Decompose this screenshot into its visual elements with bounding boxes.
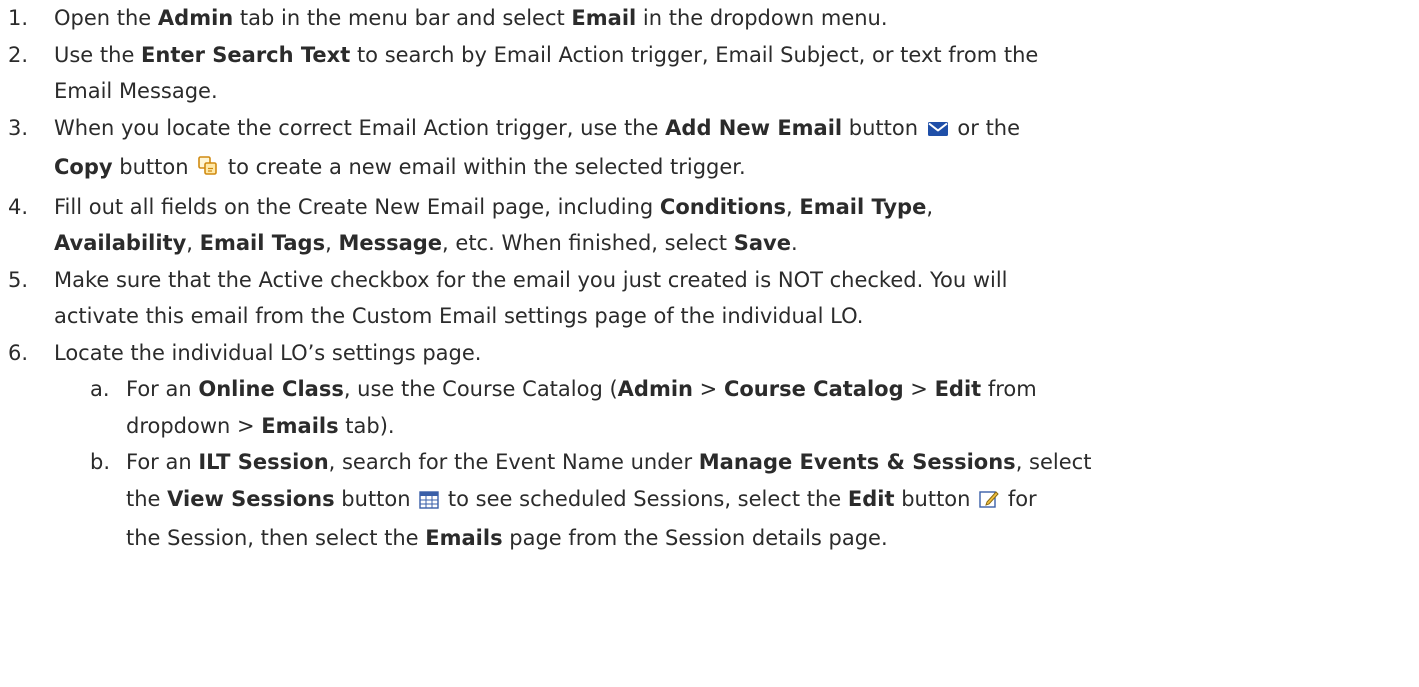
step-1: 1. Open the Admin tab in the menu bar an… <box>0 0 1419 37</box>
enter-search-text-label: Enter Search Text <box>141 42 351 67</box>
admin-label: Admin <box>617 377 693 401</box>
step-6b: b. For an ILT Session, search for the Ev… <box>0 444 1419 557</box>
step-number: 4. <box>8 194 29 219</box>
envelope-icon <box>927 113 949 150</box>
step-number: 6. <box>8 340 29 365</box>
step-4: 4. Fill out all fields on the Create New… <box>0 189 1419 262</box>
step-3: 3. When you locate the correct Email Act… <box>0 110 1419 189</box>
message-label: Message <box>338 231 443 255</box>
emails-label: Emails <box>425 526 503 550</box>
save-label: Save <box>733 231 791 255</box>
step-6a: a. For an Online Class, use the Course C… <box>0 371 1419 444</box>
substep-letter: a. <box>90 377 110 401</box>
online-class-label: Online Class <box>198 377 344 401</box>
admin-label: Admin <box>157 6 234 30</box>
copy-label: Copy <box>54 155 113 179</box>
edit-pencil-icon <box>979 484 999 521</box>
step-number: 2. <box>8 42 29 67</box>
edit-label: Edit <box>847 486 895 511</box>
substep-letter: b. <box>90 450 111 474</box>
email-type-label: Email Type <box>799 194 927 219</box>
email-tags-label: Email Tags <box>199 231 326 255</box>
step-number: 1. <box>8 6 29 30</box>
availability-label: Availability <box>54 231 187 255</box>
conditions-label: Conditions <box>659 194 787 219</box>
step-5: 5. Make sure that the Active checkbox fo… <box>0 262 1419 335</box>
add-new-email-label: Add New Email <box>665 115 843 140</box>
step-6: 6. Locate the individual LO’s settings p… <box>0 335 1419 372</box>
step-2: 2. Use the Enter Search Text to search b… <box>0 37 1419 110</box>
view-sessions-label: View Sessions <box>167 486 335 511</box>
step-number: 3. <box>8 115 29 140</box>
copy-icon <box>197 152 219 189</box>
manage-events-sessions-label: Manage Events & Sessions <box>698 450 1016 474</box>
email-label: Email <box>571 6 637 30</box>
ilt-session-label: ILT Session <box>198 450 329 474</box>
step-number: 5. <box>8 267 29 292</box>
instructions-document: 1. Open the Admin tab in the menu bar an… <box>0 0 1419 687</box>
course-catalog-label: Course Catalog <box>723 377 904 401</box>
calendar-grid-icon <box>419 484 439 521</box>
edit-label: Edit <box>934 377 982 401</box>
emails-label: Emails <box>261 413 339 438</box>
